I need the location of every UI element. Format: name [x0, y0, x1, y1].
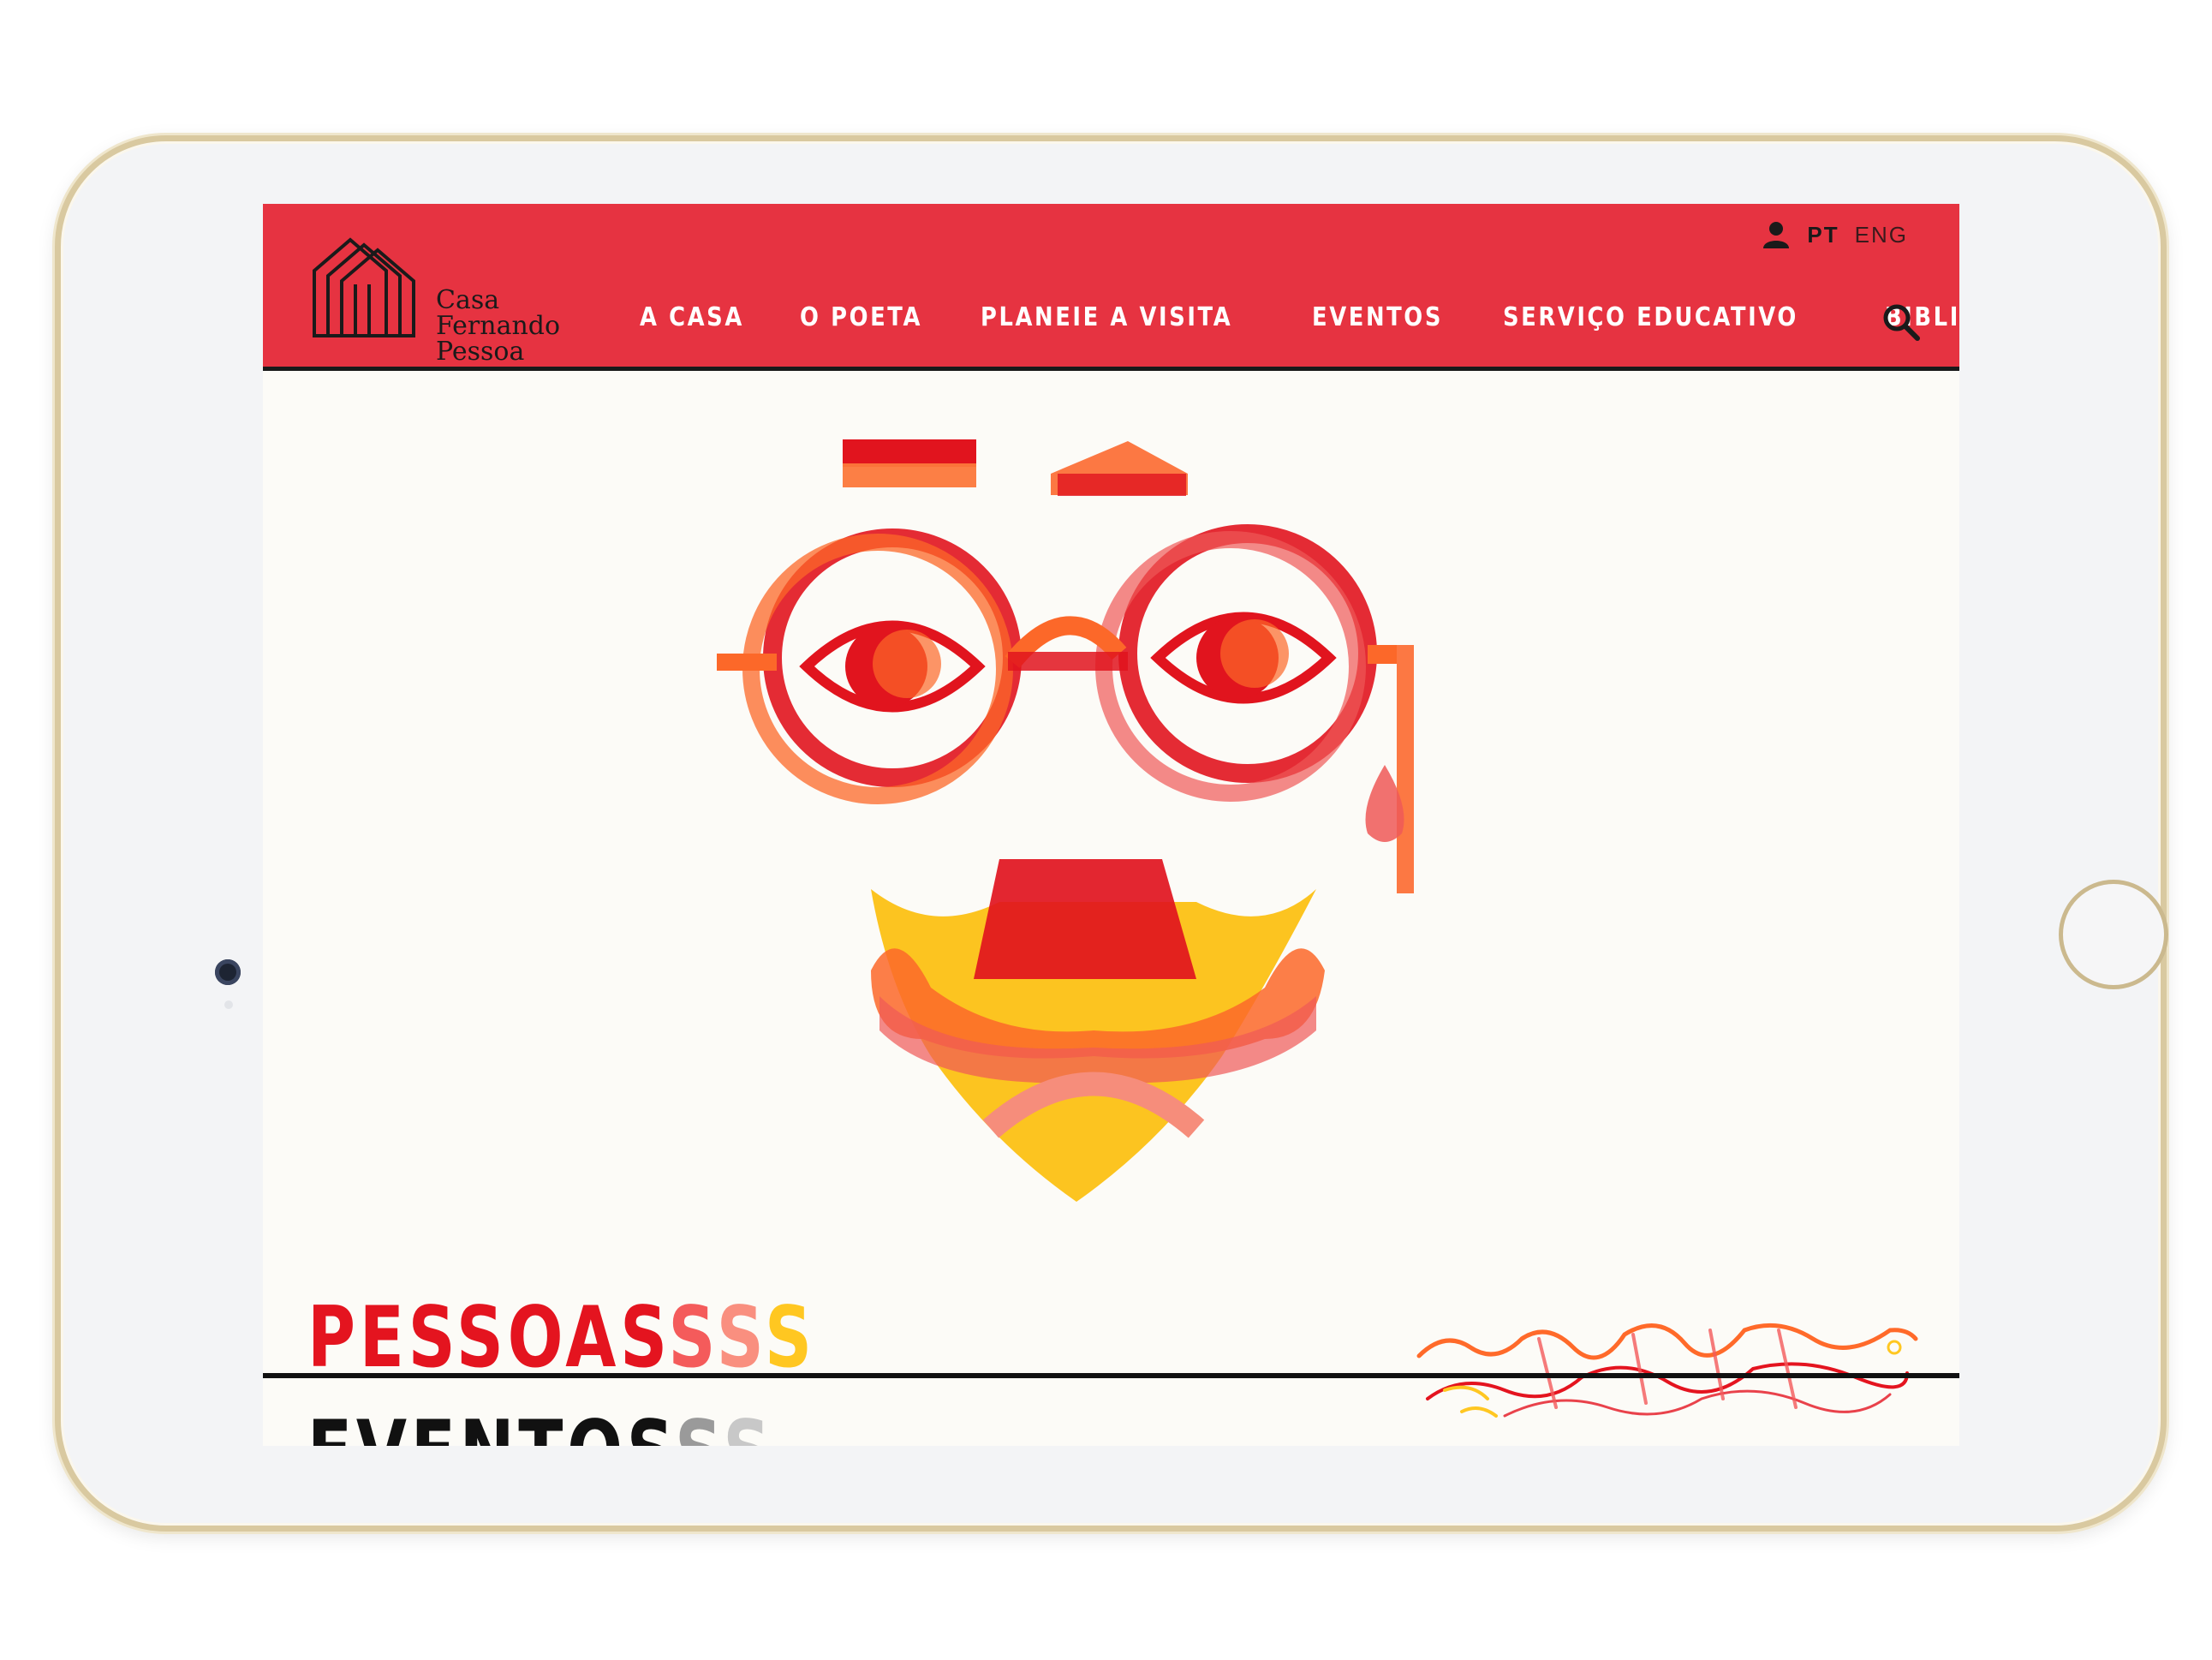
logo-line: Pessoa	[436, 337, 525, 367]
logo-line: Fernando	[436, 311, 561, 341]
pessoa-signature	[1416, 1323, 1918, 1418]
house-logo-icon	[313, 237, 415, 337]
nav-a-casa[interactable]: A CASA	[640, 302, 744, 332]
events-title-main: EVENTOS	[307, 1403, 675, 1446]
user-icon[interactable]	[1761, 219, 1792, 250]
hero-title-echo: S	[764, 1289, 816, 1387]
section-divider	[263, 1373, 1959, 1378]
hero-title-main: PESSOAS	[307, 1289, 669, 1387]
nav-servico-educativo[interactable]: SERVIÇO EDUCATIVO	[1503, 302, 1798, 332]
screen: Casa Fernando Pessoa PT ENG A CASA O POE…	[263, 204, 1959, 1446]
events-title-echo: S	[675, 1403, 723, 1446]
nav-eventos[interactable]: EVENTOS	[1312, 302, 1443, 332]
site-header: Casa Fernando Pessoa PT ENG A CASA O POE…	[263, 204, 1959, 371]
site-logo[interactable]: Casa Fernando Pessoa	[311, 235, 568, 365]
account-language-bar: PT ENG	[1761, 219, 1908, 250]
hero-section: PESSOASSSS	[263, 371, 1959, 1418]
language-pt[interactable]: PT	[1807, 222, 1839, 248]
hero-title-echo: S	[716, 1289, 765, 1387]
sensor-dot	[224, 1000, 233, 1009]
main-nav: A CASA O POETA PLANEIE A VISITA EVENTOS …	[640, 302, 1959, 332]
home-button[interactable]	[2059, 880, 2168, 989]
nav-o-poeta[interactable]: O POETA	[800, 302, 922, 332]
search-icon[interactable]	[1881, 302, 1921, 342]
camera-icon	[215, 959, 241, 985]
events-section-title: EVENTOSSS	[307, 1410, 774, 1446]
pessoa-face-illustration	[717, 439, 1414, 1202]
events-title-echo: S	[723, 1403, 774, 1446]
logo-text: Casa Fernando Pessoa	[436, 288, 560, 365]
logo-line: Casa	[436, 285, 500, 315]
language-eng[interactable]: ENG	[1855, 222, 1908, 248]
nav-planeie-a-visita[interactable]: PLANEIE A VISITA	[981, 302, 1232, 332]
hero-title-echo: S	[668, 1289, 717, 1387]
hero-title: PESSOASSSS	[307, 1296, 816, 1380]
